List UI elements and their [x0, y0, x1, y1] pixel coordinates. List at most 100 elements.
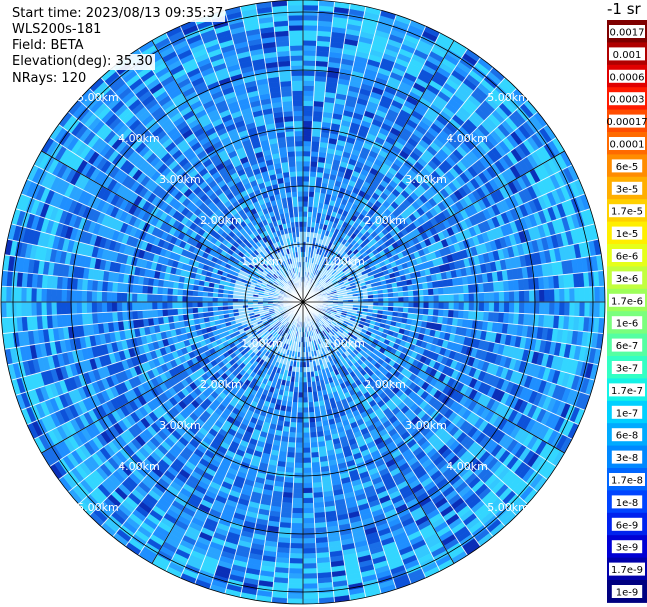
- reflectivity-cell: [176, 301, 183, 309]
- reflectivity-cell: [289, 421, 297, 428]
- reflectivity-cell: [302, 397, 309, 403]
- reflectivity-cell: [171, 294, 178, 303]
- reflectivity-cell: [302, 447, 312, 454]
- reflectivity-cell: [106, 291, 113, 303]
- reflectivity-cell: [151, 285, 159, 295]
- reflectivity-cell: [285, 456, 296, 464]
- reflectivity-cell: [46, 301, 52, 316]
- reflectivity-cell: [302, 392, 309, 398]
- reflectivity-cell: [287, 593, 304, 600]
- reflectivity-cell: [293, 477, 304, 484]
- reflectivity-cell: [297, 392, 304, 398]
- reflectivity-cell: [30, 287, 37, 303]
- reflectivity-cell: [402, 307, 409, 314]
- reflectivity-cell: [295, 432, 304, 439]
- reflectivity-cell: [20, 286, 27, 303]
- reflectivity-cell: [5, 286, 12, 303]
- reflectivity-cell: [25, 287, 32, 303]
- reflectivity-cell: [296, 422, 304, 429]
- reflectivity-cell: [302, 437, 311, 444]
- reflectivity-cell: [302, 578, 319, 585]
- reflectivity-cell: [478, 301, 485, 312]
- reflectivity-cell: [1, 301, 7, 319]
- reflectivity-cell: [156, 286, 164, 295]
- reflectivity-cell: [443, 301, 450, 310]
- reflectivity-cell: [311, 466, 322, 474]
- reflectivity-cell: [162, 287, 169, 296]
- reflectivity-cell: [569, 301, 576, 317]
- reflectivity-cell: [403, 301, 409, 308]
- reflectivity-cell: [289, 426, 297, 433]
- reflectivity-cell: [554, 301, 560, 316]
- reflectivity-cell: [503, 301, 510, 314]
- reflectivity-cell: [146, 309, 154, 319]
- reflectivity-cell: [91, 301, 98, 314]
- reflectivity-cell: [101, 301, 108, 313]
- reflectivity-cell: [156, 294, 163, 303]
- reflectivity-cell: [197, 307, 204, 314]
- reflectivity-cell: [172, 288, 179, 296]
- reflectivity-cell: [121, 301, 128, 312]
- reflectivity-cell: [166, 301, 173, 310]
- reflectivity-cell: [131, 283, 139, 294]
- reflectivity-cell: [302, 588, 319, 595]
- reflectivity-cell: [176, 295, 183, 303]
- reflectivity-cell: [302, 512, 315, 519]
- reflectivity-cell: [302, 402, 309, 408]
- reflectivity-cell: [25, 301, 32, 317]
- reflectivity-cell: [35, 301, 42, 317]
- reflectivity-cell: [442, 309, 450, 318]
- reflectivity-cell: [101, 291, 108, 303]
- reflectivity-cell: [302, 558, 317, 564]
- reflectivity-cell: [310, 456, 321, 464]
- reflectivity-cell: [202, 296, 208, 303]
- reflectivity-cell: [171, 301, 178, 310]
- reflectivity-cell: [10, 301, 17, 318]
- reflectivity-cell: [287, 578, 304, 585]
- reflectivity-cell: [287, 588, 304, 595]
- reflectivity-cell: [96, 290, 103, 303]
- reflectivity-cell: [422, 308, 429, 316]
- reflectivity-cell: [111, 291, 118, 303]
- reflectivity-cell: [292, 492, 304, 499]
- reflectivity-cell: [438, 301, 445, 310]
- reflectivity-cell: [309, 421, 317, 428]
- reflectivity-cell: [295, 442, 304, 449]
- reflectivity-cell: [162, 308, 169, 317]
- reflectivity-cell: [302, 492, 314, 499]
- reflectivity-cell: [311, 461, 321, 469]
- reflectivity-cell: [61, 301, 68, 315]
- reflectivity-cell: [172, 308, 179, 316]
- reflectivity-cell: [302, 548, 317, 554]
- reflectivity-cell: [116, 292, 123, 303]
- reflectivity-cell: [408, 301, 414, 309]
- reflectivity-cell: [302, 507, 315, 514]
- reflectivity-cell: [146, 293, 153, 303]
- reflectivity-cell: [297, 397, 304, 403]
- reflectivity-cell: [207, 296, 213, 303]
- reflectivity-cell: [81, 301, 88, 314]
- reflectivity-cell: [302, 412, 310, 419]
- reflectivity-cell: [309, 436, 318, 443]
- reflectivity-cell: [518, 301, 525, 314]
- reflectivity-cell: [291, 502, 304, 509]
- reflectivity-cell: [156, 309, 164, 318]
- reflectivity-cell: [91, 290, 98, 303]
- reflectivity-cell: [302, 477, 313, 484]
- reflectivity-cell: [302, 487, 314, 494]
- reflectivity-cell: [86, 301, 93, 314]
- reflectivity-cell: [302, 537, 316, 544]
- reflectivity-cell: [151, 293, 158, 303]
- reflectivity-cell: [71, 301, 78, 315]
- reflectivity-cell: [302, 502, 315, 509]
- reflectivity-cell: [288, 568, 304, 575]
- reflectivity-cell: [167, 308, 174, 317]
- reflectivity-cell: [288, 563, 304, 570]
- reflectivity-cell: [286, 451, 296, 459]
- reflectivity-cell: [192, 295, 198, 303]
- reflectivity-cell: [302, 527, 316, 534]
- reflectivity-cell: [549, 301, 555, 316]
- reflectivity-cell: [186, 301, 193, 309]
- reflectivity-cell: [427, 308, 434, 316]
- reflectivity-cell: [56, 288, 62, 303]
